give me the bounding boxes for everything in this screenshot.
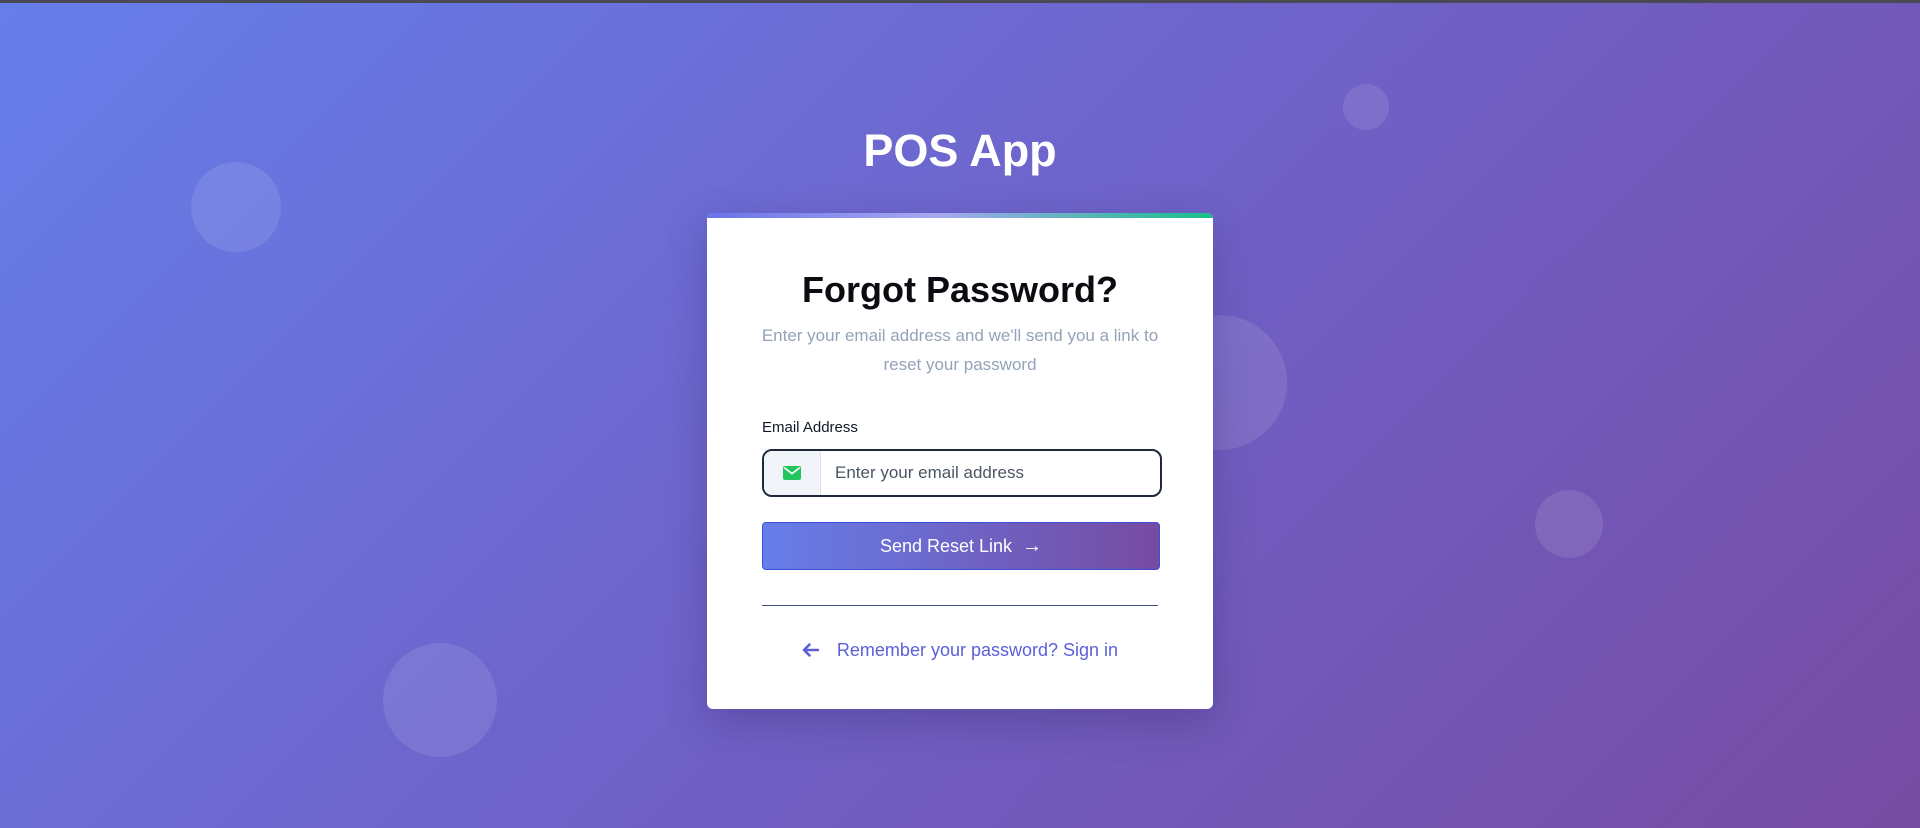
sign-in-link[interactable]: Remember your password? Sign in <box>707 638 1213 662</box>
email-input[interactable] <box>821 451 1160 495</box>
forgot-password-card: Forgot Password? Enter your email addres… <box>707 213 1213 709</box>
window-top-strip <box>0 0 1920 3</box>
send-reset-link-label: Send Reset Link <box>879 535 1013 556</box>
arrow-right-icon: → <box>1022 535 1043 557</box>
arrow-left-icon <box>802 643 819 657</box>
email-label: Email Address <box>762 419 858 436</box>
email-input-addon <box>764 451 821 495</box>
card-heading: Forgot Password? <box>801 269 1119 310</box>
decorative-bubble <box>1535 490 1603 558</box>
send-reset-link-button[interactable]: Send Reset Link → <box>762 522 1160 570</box>
card-subtitle: Enter your email address and we'll send … <box>761 326 1159 374</box>
email-input-group <box>762 449 1162 497</box>
sign-in-link-label: Remember your password? Sign in <box>836 640 1119 660</box>
divider <box>762 605 1158 606</box>
decorative-bubble <box>383 643 497 757</box>
envelope-icon <box>783 466 801 480</box>
card-accent-bar <box>707 213 1213 218</box>
app-title: POS App <box>863 125 1057 176</box>
